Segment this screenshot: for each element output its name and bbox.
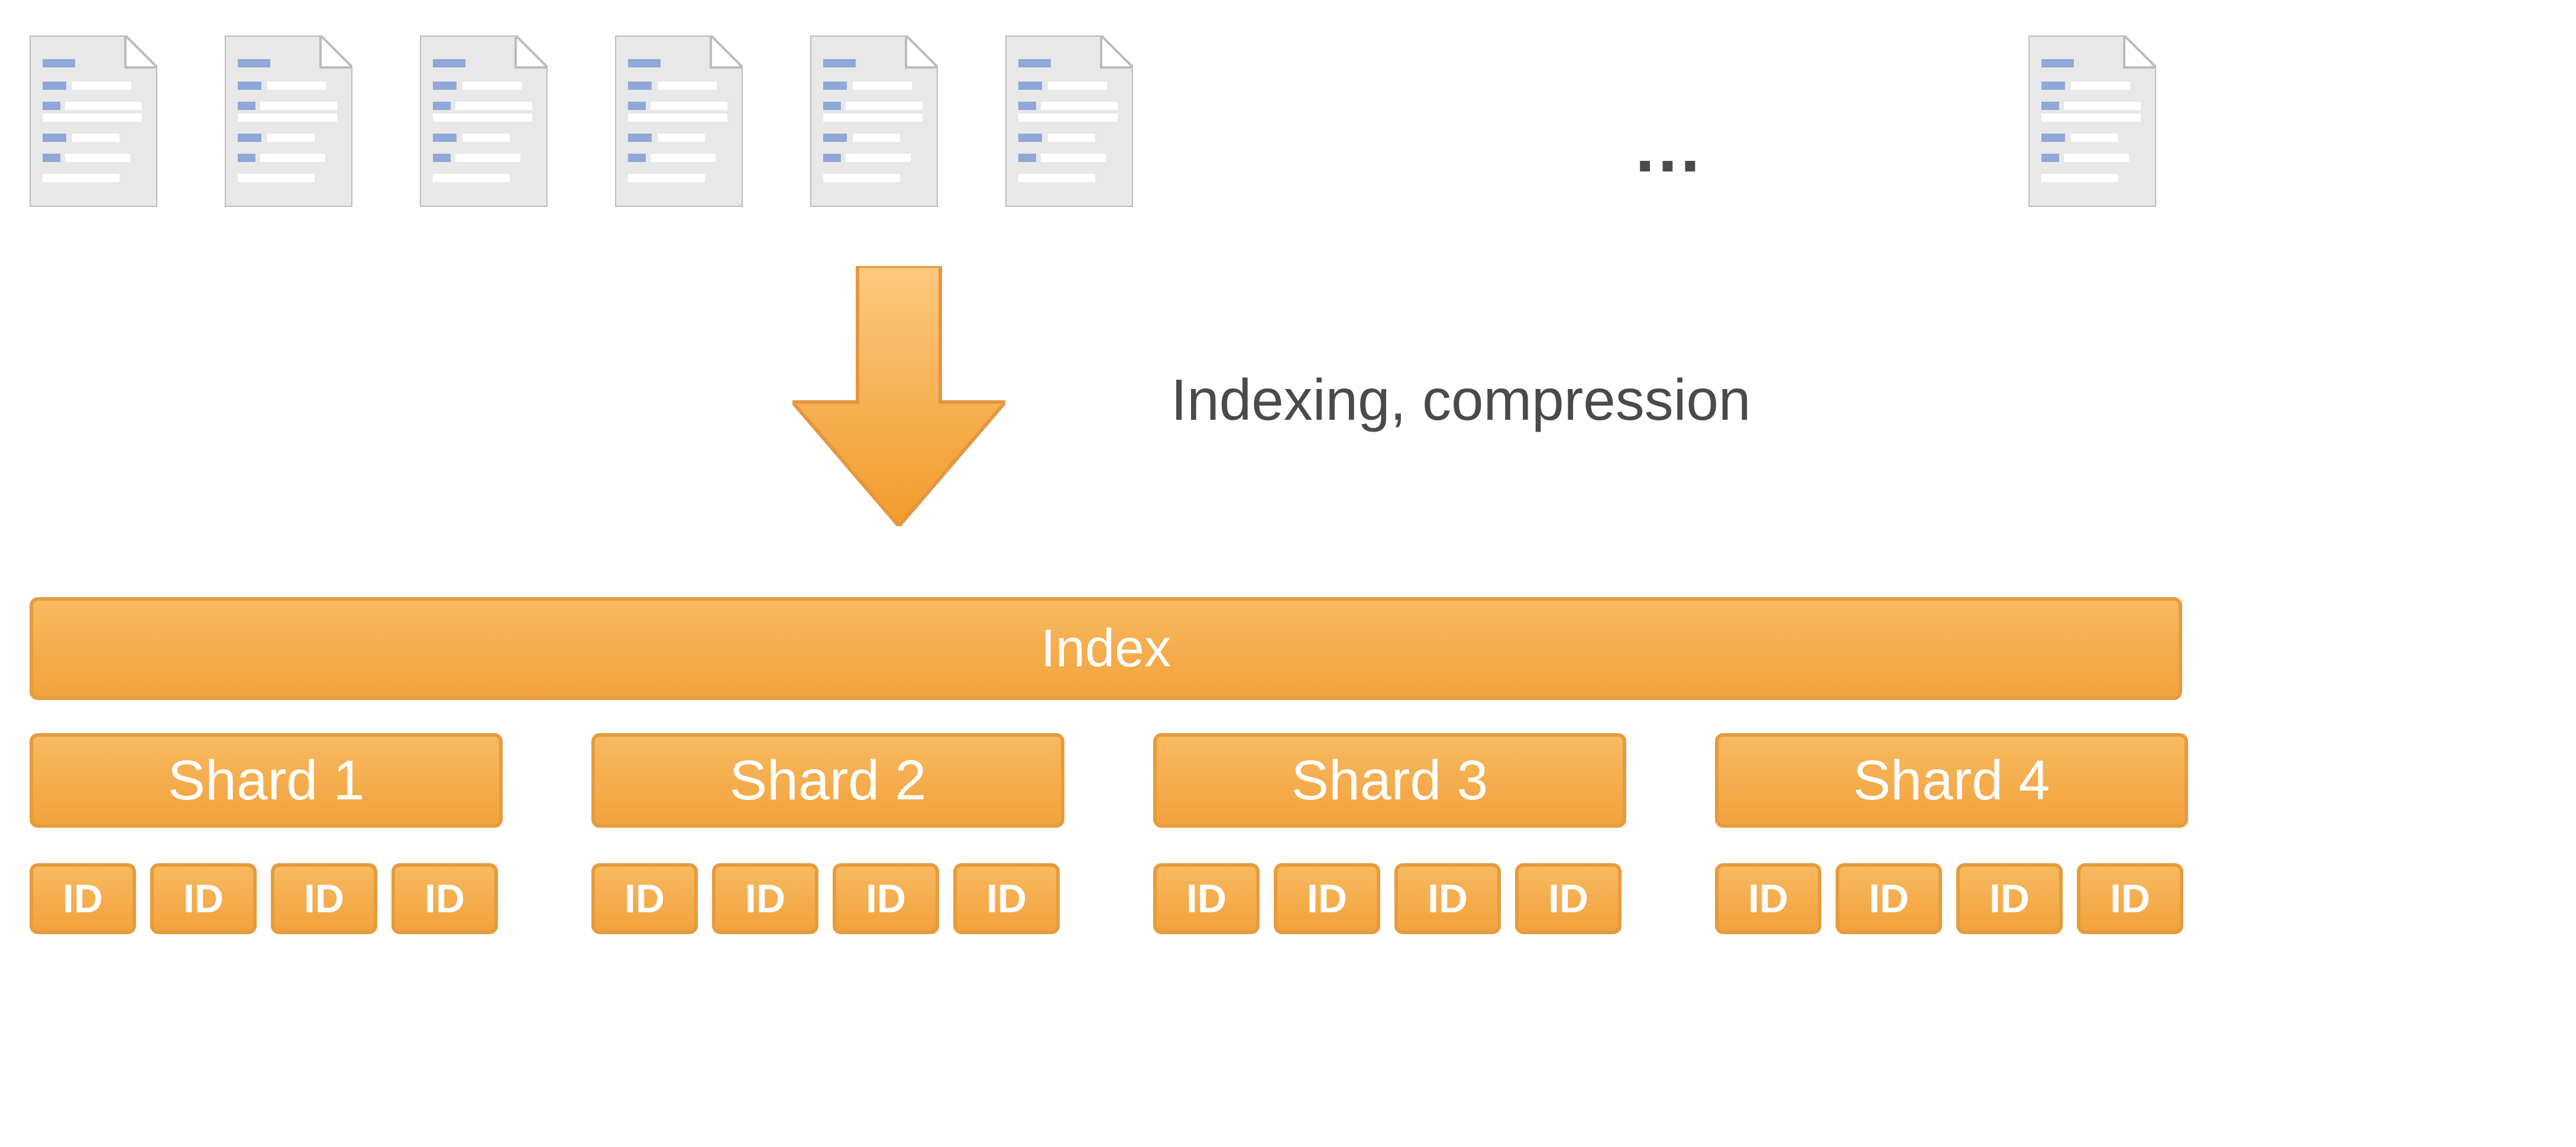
shard-label: Shard 1 [168,749,365,813]
id-box: ID [591,863,698,934]
id-label: ID [2110,876,2150,922]
document-icon [810,35,938,207]
arrow-label: Indexing, compression [1171,367,1751,433]
id-box: ID [150,863,257,934]
id-box: ID [30,863,136,934]
id-box: ID [953,863,1060,934]
shard-label: Shard 4 [1853,749,2050,813]
document-icon [2028,35,2156,207]
id-box: ID [1394,863,1501,934]
shard-box-3: Shard 3 [1153,733,1626,828]
index-label: Index [1041,618,1171,679]
id-box: ID [1715,863,1821,934]
id-label: ID [304,876,344,922]
document-icon [420,35,548,207]
ellipsis: … [1632,106,1709,188]
id-box: ID [2077,863,2183,934]
id-label: ID [1748,876,1788,922]
shard-box-4: Shard 4 [1715,733,2188,828]
index-box: Index [30,597,2182,700]
id-box: ID [1153,863,1260,934]
id-box: ID [1274,863,1380,934]
id-label: ID [1186,876,1226,922]
id-box: ID [391,863,498,934]
id-label: ID [1307,876,1347,922]
id-label: ID [1428,876,1468,922]
id-box: ID [1836,863,1942,934]
document-icon [615,35,743,207]
document-icon [30,35,157,207]
id-label: ID [1869,876,1909,922]
id-label: ID [1548,876,1588,922]
document-icon [1005,35,1133,207]
shard-box-2: Shard 2 [591,733,1064,828]
id-box: ID [1515,863,1622,934]
id-label: ID [1989,876,2030,922]
id-box: ID [712,863,818,934]
id-box: ID [833,863,939,934]
down-arrow-icon [792,266,1005,526]
document-icon [225,35,352,207]
id-label: ID [986,876,1027,922]
id-label: ID [624,876,665,922]
id-box: ID [1956,863,2063,934]
shard-box-1: Shard 1 [30,733,503,828]
id-box: ID [271,863,377,934]
shard-label: Shard 3 [1292,749,1488,813]
id-label: ID [183,876,224,922]
id-label: ID [745,876,785,922]
id-label: ID [63,876,103,922]
id-label: ID [425,876,465,922]
shard-label: Shard 2 [730,749,927,813]
id-label: ID [866,876,906,922]
